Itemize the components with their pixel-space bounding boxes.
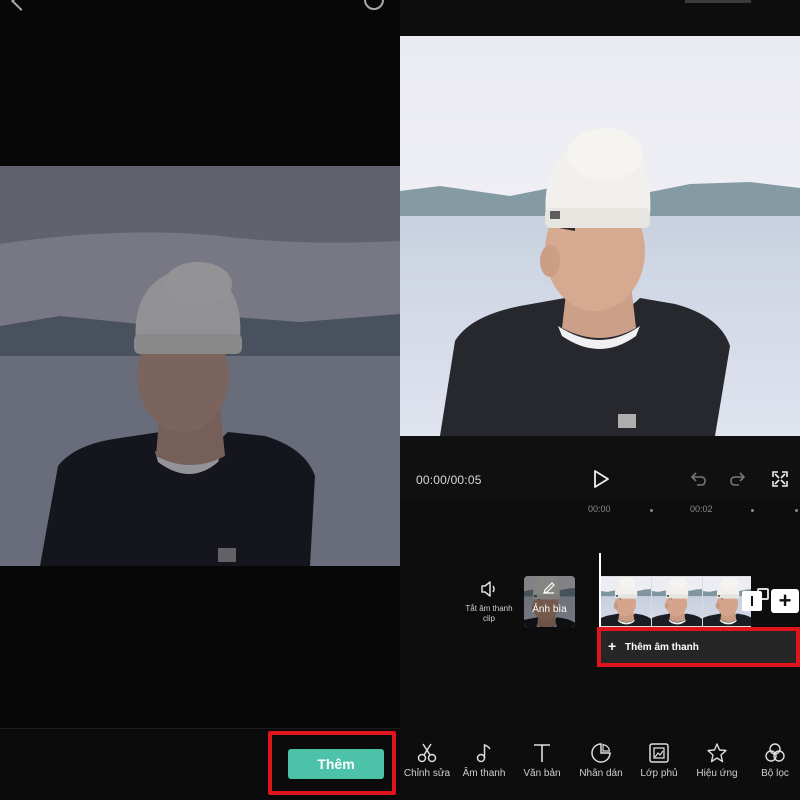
tool-label: Văn bản — [523, 768, 561, 779]
tool-edit[interactable]: Chỉnh sửa — [397, 742, 457, 779]
ruler-label: 00:00 — [588, 504, 611, 514]
tool-audio[interactable]: Âm thanh — [454, 742, 514, 779]
tool-effects[interactable]: Hiệu ứng — [687, 742, 747, 779]
ruler-dot — [650, 509, 653, 512]
tool-filter[interactable]: Bộ lọc — [745, 742, 800, 779]
tool-label: Hiệu ứng — [696, 768, 738, 779]
highlight-frame — [597, 627, 800, 667]
music-note-icon — [476, 744, 491, 763]
scissors-icon — [417, 743, 437, 763]
preview-dim-overlay — [0, 166, 400, 566]
ruler-dot — [751, 509, 754, 512]
video-clip-track[interactable] — [601, 576, 751, 627]
top-bar — [0, 0, 400, 12]
redo-icon[interactable] — [729, 470, 747, 488]
left-panel: Thêm — [0, 0, 400, 800]
player-controls — [400, 436, 800, 500]
filter-icon — [765, 743, 785, 762]
add-button[interactable]: Thêm — [288, 749, 384, 779]
play-icon[interactable] — [593, 470, 609, 488]
tool-label: Âm thanh — [462, 768, 506, 779]
tool-label: Nhãn dán — [579, 768, 623, 779]
clip-frame — [652, 577, 703, 626]
time-display: 00:00/00:05 — [416, 473, 482, 487]
cover-label: Ảnh bìa — [532, 604, 567, 615]
clip-frame — [601, 577, 652, 626]
right-panel: 00:00/00:05 00:00 00:02 Tắt âm thanh cli… — [400, 0, 800, 800]
sticker-icon — [591, 743, 611, 763]
cover-thumbnail[interactable]: Ảnh bìa — [524, 576, 575, 627]
tool-label: Chỉnh sửa — [403, 768, 451, 779]
top-notch — [685, 0, 751, 3]
video-preview[interactable] — [400, 36, 800, 436]
preview-sheen — [400, 36, 800, 436]
overlay-icon — [649, 743, 669, 763]
mute-clip-audio[interactable]: Tắt âm thanh clip — [460, 580, 518, 624]
ruler-dot — [795, 509, 798, 512]
fullscreen-icon[interactable] — [771, 470, 789, 488]
tool-sticker[interactable]: Nhãn dán — [571, 742, 631, 779]
ruler-label: 00:02 — [690, 504, 713, 514]
undo-icon[interactable] — [689, 470, 707, 488]
tool-overlay[interactable]: Lớp phủ — [629, 742, 689, 779]
mute-label: Tắt âm thanh clip — [465, 604, 513, 623]
pencil-icon — [543, 582, 555, 594]
back-arrow-icon[interactable] — [11, 0, 31, 11]
photo-preview — [0, 166, 400, 566]
trim-handle[interactable] — [742, 591, 762, 611]
tool-label: Bộ lọc — [761, 768, 789, 779]
add-clip-button[interactable]: + — [771, 589, 799, 613]
tool-label: Lớp phủ — [640, 768, 678, 779]
text-icon — [534, 744, 550, 762]
tool-text[interactable]: Văn bản — [512, 742, 572, 779]
speaker-icon — [481, 581, 495, 597]
select-circle-icon[interactable] — [364, 0, 384, 10]
effects-star-icon — [707, 743, 727, 763]
